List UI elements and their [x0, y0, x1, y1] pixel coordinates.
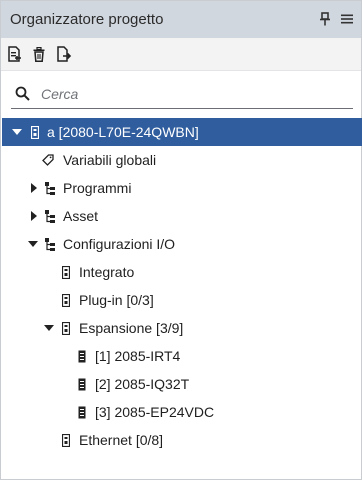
module-icon — [60, 293, 72, 307]
tree-node-io-configuration[interactable]: Configurazioni I/O — [2, 230, 362, 258]
module-icon — [60, 433, 72, 447]
hierarchy-icon — [44, 237, 56, 251]
pin-icon[interactable] — [317, 11, 333, 27]
tree-node-module-3[interactable]: [3] 2085-EP24VDC — [2, 398, 362, 426]
hamburger-menu-icon[interactable] — [339, 11, 355, 27]
delete-icon[interactable] — [30, 45, 48, 63]
search-field[interactable] — [11, 79, 353, 109]
hierarchy-icon — [44, 181, 56, 195]
module-icon — [60, 265, 72, 279]
panel-toolbar — [1, 38, 361, 71]
search-input[interactable] — [41, 85, 341, 102]
expand-arrow-icon[interactable] — [29, 211, 39, 221]
expand-arrow-icon[interactable] — [12, 127, 22, 137]
tree-node-global-variables[interactable]: Variabili globali — [2, 146, 362, 174]
tree-node-label: a [2080-L70E-24QWBN] — [47, 124, 199, 140]
search-icon — [13, 85, 31, 103]
tree-node-ethernet[interactable]: Ethernet [0/8] — [2, 426, 362, 454]
tree-node-programs[interactable]: Programmi — [2, 174, 362, 202]
project-organizer-panel: Organizzatore progetto Cerca a [2080-L70… — [0, 0, 362, 480]
export-icon[interactable] — [55, 45, 73, 63]
io-module-icon — [76, 349, 88, 363]
tree-node-root[interactable]: a [2080-L70E-24QWBN] — [2, 118, 362, 146]
tree-node-module-1[interactable]: [1] 2085-IRT4 — [2, 342, 362, 370]
tree-node-expansion[interactable]: Espansione [3/9] — [2, 314, 362, 342]
new-item-icon[interactable] — [6, 45, 24, 63]
io-module-icon — [76, 405, 88, 419]
module-icon — [60, 321, 72, 335]
tag-icon — [42, 153, 54, 167]
tree-node-assets[interactable]: Asset — [2, 202, 362, 230]
tree-node-embedded[interactable]: Integrato — [2, 258, 362, 286]
io-module-icon — [76, 377, 88, 391]
panel-titlebar: Organizzatore progetto — [1, 1, 361, 38]
expand-arrow-icon[interactable] — [29, 183, 39, 193]
expand-arrow-icon[interactable] — [44, 323, 54, 333]
panel-title: Organizzatore progetto — [10, 11, 164, 28]
controller-icon — [29, 125, 41, 139]
expand-arrow-icon[interactable] — [28, 239, 38, 249]
hierarchy-icon — [44, 209, 56, 223]
tree-node-plugin[interactable]: Plug-in [0/3] — [2, 286, 362, 314]
tree-node-module-2[interactable]: [2] 2085-IQ32T — [2, 370, 362, 398]
